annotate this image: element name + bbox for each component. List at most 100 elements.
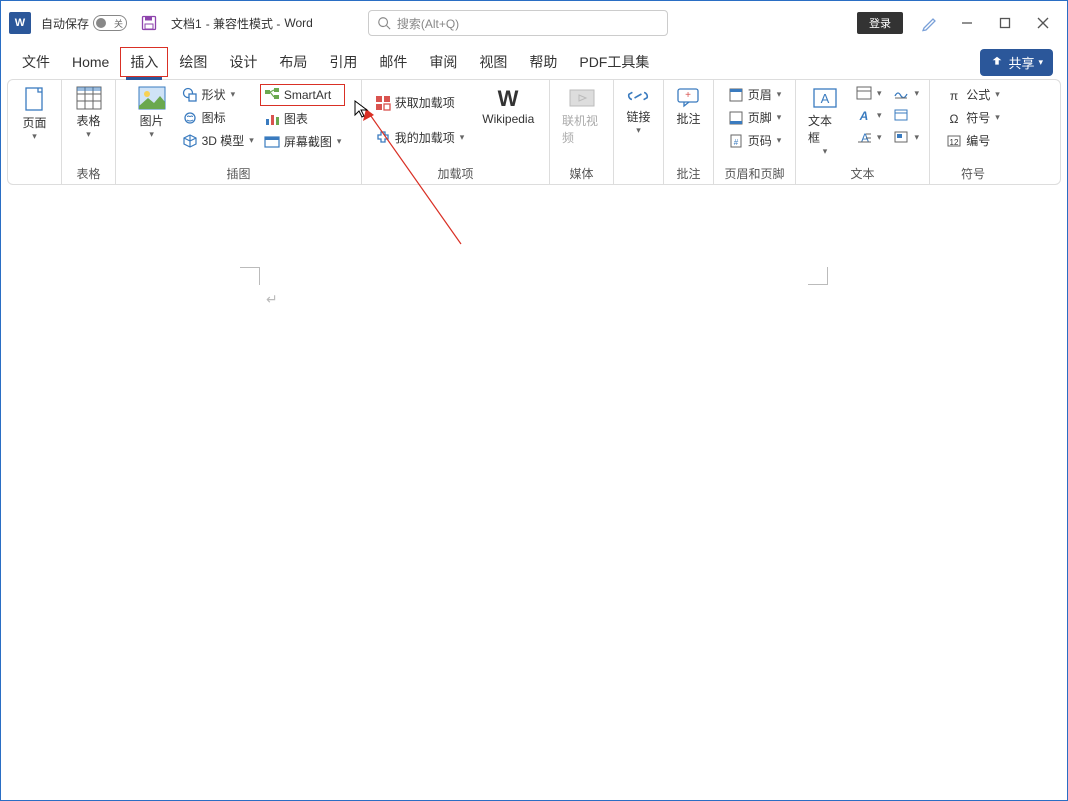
tab-home[interactable]: Home bbox=[61, 49, 120, 75]
illus-col2: SmartArt 图表 屏幕截图▾ bbox=[260, 84, 346, 152]
wikipedia-label: Wikipedia bbox=[482, 112, 534, 126]
compat-mode-label: - 兼容性模式 - bbox=[206, 15, 281, 32]
tab-review[interactable]: 审阅 bbox=[418, 47, 468, 77]
smartart-button[interactable]: SmartArt bbox=[260, 84, 346, 106]
shapes-icon bbox=[182, 87, 198, 103]
3dmodels-label: 3D 模型 bbox=[202, 132, 245, 149]
equation-icon: π bbox=[946, 88, 962, 102]
footer-icon bbox=[728, 110, 744, 126]
sigline-button[interactable]: ▾ bbox=[889, 84, 923, 102]
search-input[interactable]: 搜索(Alt+Q) bbox=[368, 10, 668, 36]
datetime-button[interactable] bbox=[889, 106, 923, 124]
link-icon bbox=[626, 86, 650, 106]
document-page[interactable]: ↵ bbox=[123, 189, 945, 798]
toggle-icon[interactable]: 关 bbox=[93, 15, 127, 31]
3dmodels-button[interactable]: 3D 模型▾ bbox=[178, 130, 258, 151]
svg-text:A: A bbox=[859, 109, 869, 122]
dropcap-icon: A bbox=[856, 130, 872, 144]
parts-icon bbox=[856, 86, 872, 100]
store-icon bbox=[375, 95, 391, 111]
minimize-button[interactable] bbox=[957, 13, 977, 33]
icons-icon bbox=[182, 110, 198, 126]
group-hf-label: 页眉和页脚 bbox=[724, 165, 784, 182]
table-button[interactable]: 表格 ▾ bbox=[70, 84, 108, 142]
illus-col1: 形状▾ 图标 3D 模型▾ bbox=[178, 84, 258, 151]
pagenum-button[interactable]: # 页码▾ bbox=[724, 130, 786, 151]
share-icon bbox=[990, 55, 1004, 69]
group-pages: 页面 ▾ _ bbox=[8, 80, 62, 184]
group-symbols-label: 符号 bbox=[961, 165, 985, 182]
header-icon bbox=[728, 87, 744, 103]
share-button[interactable]: 共享 ▾ bbox=[980, 49, 1053, 76]
close-button[interactable] bbox=[1033, 13, 1053, 33]
maximize-button[interactable] bbox=[995, 13, 1015, 33]
online-video-button[interactable]: 联机视频 bbox=[556, 84, 607, 148]
pagenum-label: 页码 bbox=[748, 132, 772, 149]
margin-corner-tl bbox=[240, 267, 260, 285]
group-symbols: π 公式▾ Ω 符号▾ 12 编号 符号 bbox=[930, 80, 1016, 184]
word-app-icon: W bbox=[9, 12, 31, 34]
symbol-label: 符号 bbox=[966, 109, 990, 126]
screenshot-button[interactable]: 屏幕截图▾ bbox=[260, 131, 346, 152]
tab-mailings[interactable]: 邮件 bbox=[368, 47, 418, 77]
object-button[interactable]: ▾ bbox=[889, 128, 923, 146]
equation-button[interactable]: π 公式▾ bbox=[942, 84, 1004, 105]
tab-help[interactable]: 帮助 bbox=[518, 47, 568, 77]
tab-file[interactable]: 文件 bbox=[11, 47, 61, 77]
tab-design[interactable]: 设计 bbox=[218, 47, 268, 77]
pen-icon[interactable] bbox=[921, 14, 939, 32]
screenshot-icon bbox=[264, 134, 280, 150]
header-label: 页眉 bbox=[748, 86, 772, 103]
symbol-icon: Ω bbox=[946, 111, 962, 125]
tab-layout[interactable]: 布局 bbox=[268, 47, 318, 77]
tab-references[interactable]: 引用 bbox=[318, 47, 368, 77]
smartart-label: SmartArt bbox=[284, 88, 331, 102]
pagenum-icon: # bbox=[728, 133, 744, 149]
quickparts-button[interactable]: ▾ bbox=[852, 84, 886, 102]
chart-button[interactable]: 图表 bbox=[260, 108, 346, 129]
footer-button[interactable]: 页脚▾ bbox=[724, 107, 786, 128]
get-addins-button[interactable]: 获取加载项 bbox=[371, 92, 469, 113]
group-header-footer: 页眉▾ 页脚▾ # 页码▾ 页眉和页脚 bbox=[714, 80, 796, 184]
comment-label: 批注 bbox=[676, 110, 700, 127]
pages-label: 页面 bbox=[22, 114, 46, 131]
tab-draw[interactable]: 绘图 bbox=[168, 47, 218, 77]
table-label: 表格 bbox=[76, 112, 100, 129]
number-icon: 12 bbox=[946, 134, 962, 148]
tab-insert[interactable]: 插入 bbox=[120, 47, 168, 77]
shapes-button[interactable]: 形状▾ bbox=[178, 84, 258, 105]
page-icon bbox=[23, 86, 45, 112]
ribbon-tabs: 文件 Home 插入 绘图 设计 布局 引用 邮件 审阅 视图 帮助 PDF工具… bbox=[1, 45, 1067, 79]
pictures-button[interactable]: 图片 ▾ bbox=[132, 84, 172, 142]
comment-button[interactable]: + 批注 bbox=[670, 84, 706, 129]
textbox-button[interactable]: A 文本框 ▾ bbox=[802, 84, 848, 159]
textbox-icon: A bbox=[812, 86, 838, 110]
symbol-button[interactable]: Ω 符号▾ bbox=[942, 107, 1004, 128]
date-icon bbox=[893, 108, 909, 122]
group-text: A 文本框 ▾ ▾ A▾ A▾ ▾ ▾ 文本 bbox=[796, 80, 930, 184]
login-button[interactable]: 登录 bbox=[857, 12, 903, 34]
dropcap-button[interactable]: A▾ bbox=[852, 128, 886, 146]
tab-view[interactable]: 视图 bbox=[468, 47, 518, 77]
svg-text:12: 12 bbox=[950, 138, 959, 147]
my-addins-button[interactable]: 我的加载项▾ bbox=[371, 127, 469, 148]
pages-button[interactable]: 页面 ▾ bbox=[16, 84, 52, 144]
group-media: 联机视频 媒体 bbox=[550, 80, 614, 184]
header-button[interactable]: 页眉▾ bbox=[724, 84, 786, 105]
save-icon[interactable] bbox=[141, 15, 157, 31]
group-addins-label: 加载项 bbox=[437, 165, 473, 182]
number-button[interactable]: 12 编号 bbox=[942, 130, 994, 151]
paragraph-mark-icon: ↵ bbox=[266, 291, 278, 308]
wikipedia-button[interactable]: W Wikipedia bbox=[476, 84, 540, 128]
svg-text:A: A bbox=[821, 91, 830, 106]
link-button[interactable]: 链接 ▾ bbox=[620, 84, 656, 138]
svg-text:π: π bbox=[950, 89, 958, 102]
video-label: 联机视频 bbox=[562, 112, 601, 146]
search-icon bbox=[377, 16, 391, 30]
icons-button[interactable]: 图标 bbox=[178, 107, 258, 128]
wordart-button[interactable]: A▾ bbox=[852, 106, 886, 124]
tab-pdf[interactable]: PDF工具集 bbox=[568, 47, 660, 77]
document-area[interactable]: ↵ bbox=[9, 189, 1059, 798]
footer-label: 页脚 bbox=[748, 109, 772, 126]
autosave-toggle[interactable]: 自动保存 关 bbox=[41, 15, 127, 32]
